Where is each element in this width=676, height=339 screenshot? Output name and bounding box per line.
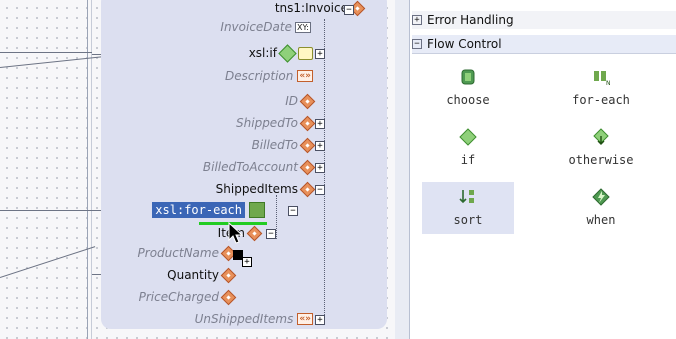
expand-toggle-shippedto[interactable]: + bbox=[315, 119, 325, 129]
for-each-icon: N bbox=[594, 71, 611, 87]
component-palette: + Error Handling − Flow Control choose N… bbox=[395, 0, 676, 339]
node-label: ShippedTo bbox=[236, 116, 298, 130]
collapse-icon: − bbox=[412, 39, 422, 49]
if-icon bbox=[459, 128, 477, 146]
drag-plus-icon: + bbox=[242, 257, 252, 267]
tree-node-billedtoaccount[interactable]: BilledToAccount bbox=[202, 158, 316, 176]
tree-node-unshippeditems[interactable]: UnShippedItems «» bbox=[195, 310, 313, 328]
palette-item-if[interactable]: if bbox=[422, 122, 514, 174]
category-label: Error Handling bbox=[427, 13, 514, 27]
node-label: tns1:Invoice bbox=[274, 1, 348, 15]
node-label: Description bbox=[225, 69, 294, 83]
collapse-toggle-item[interactable]: − bbox=[266, 229, 276, 239]
palette-item-choose[interactable]: choose bbox=[422, 62, 514, 114]
node-label-selected: xsl:for-each bbox=[152, 202, 245, 218]
element-icon bbox=[299, 159, 316, 175]
choose-icon bbox=[461, 69, 475, 85]
mouse-pointer-icon bbox=[228, 222, 244, 244]
palette-item-otherwise[interactable]: otherwise bbox=[555, 122, 647, 174]
palette-item-sort[interactable]: sort bbox=[422, 182, 514, 234]
node-label: Quantity bbox=[167, 268, 219, 282]
canvas-divider-inner bbox=[91, 0, 92, 339]
collapse-toggle-for-each[interactable]: − bbox=[288, 206, 298, 216]
palette-item-when[interactable]: when bbox=[555, 182, 647, 234]
item-label: when bbox=[586, 213, 616, 227]
sort-icon bbox=[459, 190, 474, 204]
tree-node-pricecharged[interactable]: PriceCharged bbox=[138, 288, 237, 306]
element-icon bbox=[299, 137, 316, 153]
palette-border bbox=[395, 0, 410, 339]
tree-node-billedto[interactable]: BilledTo bbox=[251, 136, 316, 154]
collapse-toggle-invoice[interactable]: − bbox=[344, 5, 354, 15]
xsd-type-icon: XY: bbox=[295, 21, 311, 33]
item-label: for-each bbox=[572, 93, 630, 107]
node-label: InvoiceDate bbox=[220, 20, 292, 34]
attribute-icon: «» bbox=[297, 313, 313, 325]
for-each-icon bbox=[249, 202, 265, 218]
expand-toggle-billedtoaccount[interactable]: + bbox=[315, 163, 325, 173]
expand-icon: + bbox=[412, 15, 422, 25]
tree-node-xsl-if[interactable]: xsl:if bbox=[248, 43, 313, 63]
node-label: PriceCharged bbox=[138, 290, 219, 304]
node-label: ProductName bbox=[137, 246, 219, 260]
item-label: sort bbox=[453, 213, 483, 227]
svg-text:N: N bbox=[606, 80, 610, 86]
target-tree-panel: tns1:Invoice − InvoiceDate XY: xsl:if + … bbox=[101, 0, 387, 329]
otherwise-icon bbox=[593, 128, 609, 145]
item-label: if bbox=[460, 153, 476, 167]
palette-item-for-each[interactable]: N for-each bbox=[555, 62, 647, 114]
tree-node-id[interactable]: ID bbox=[285, 92, 316, 110]
tree-node-xsl-for-each[interactable]: xsl:for-each bbox=[152, 201, 265, 219]
item-label: choose bbox=[446, 93, 490, 107]
when-icon bbox=[592, 188, 610, 206]
node-label: UnShippedItems bbox=[194, 312, 294, 326]
tree-node-quantity[interactable]: Quantity bbox=[167, 266, 237, 284]
node-label: BilledTo bbox=[251, 138, 298, 152]
tree-branch-shipped bbox=[276, 195, 278, 239]
category-label: Flow Control bbox=[427, 37, 502, 51]
expand-toggle-xsl-if[interactable]: + bbox=[315, 49, 325, 59]
if-icon bbox=[278, 43, 297, 63]
item-label: otherwise bbox=[568, 153, 634, 167]
node-label: BilledToAccount bbox=[202, 160, 298, 174]
collapse-toggle-shippeditems[interactable]: − bbox=[315, 185, 325, 195]
element-icon bbox=[299, 93, 316, 109]
tree-node-productname[interactable]: ProductName bbox=[137, 244, 237, 262]
category-flow-control[interactable]: − Flow Control bbox=[412, 35, 676, 54]
node-label: xsl:if bbox=[248, 46, 277, 60]
tree-node-shippeditems[interactable]: ShippedItems bbox=[215, 180, 316, 198]
element-icon bbox=[220, 267, 237, 283]
expand-toggle-billedto[interactable]: + bbox=[315, 141, 325, 151]
tree-node-invoicedate[interactable]: InvoiceDate XY: bbox=[220, 18, 311, 36]
node-label: ID bbox=[285, 94, 298, 108]
mapping-line-2 bbox=[0, 52, 92, 53]
category-error-handling[interactable]: + Error Handling bbox=[412, 11, 676, 29]
comment-icon bbox=[298, 46, 313, 60]
attribute-icon: «» bbox=[297, 70, 313, 82]
expand-toggle-unshippeditems[interactable]: + bbox=[315, 315, 325, 325]
tree-node-description[interactable]: Description «» bbox=[225, 67, 313, 85]
tree-node-shippedto[interactable]: ShippedTo bbox=[236, 114, 316, 132]
node-label: ShippedItems bbox=[215, 182, 298, 196]
element-icon bbox=[220, 289, 237, 305]
canvas-divider bbox=[87, 0, 88, 339]
element-icon bbox=[299, 181, 316, 197]
element-icon bbox=[299, 115, 316, 131]
